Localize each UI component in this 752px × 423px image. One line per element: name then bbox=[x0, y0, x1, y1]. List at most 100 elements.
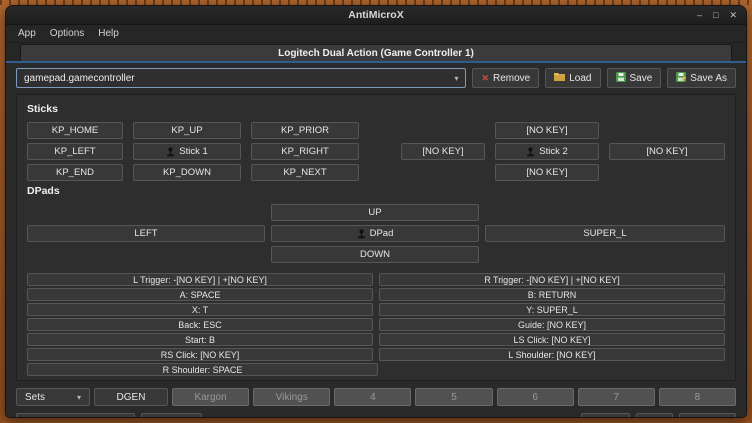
r-shoulder-button[interactable]: R Shoulder: SPACE bbox=[27, 363, 378, 376]
menu-help[interactable]: Help bbox=[91, 26, 126, 41]
sets-dropdown-button[interactable]: Sets ▾ bbox=[16, 388, 90, 406]
reset-label: Reset bbox=[701, 417, 727, 419]
quick-set-label: Quick Set bbox=[150, 417, 193, 419]
window-controls: – □ ✕ bbox=[697, 6, 737, 24]
stick1-center-button[interactable]: Stick 1 bbox=[133, 143, 241, 160]
stick2-up-button[interactable]: [NO KEY] bbox=[495, 122, 599, 139]
desktop-background: AntiMicroX – □ ✕ App Options Help Logite… bbox=[0, 0, 752, 423]
remove-icon: ✕ bbox=[481, 73, 489, 84]
a-button[interactable]: A: SPACE bbox=[27, 288, 373, 301]
load-label: Load bbox=[569, 73, 591, 84]
controller-tabbar: Logitech Dual Action (Game Controller 1) bbox=[6, 43, 746, 63]
stick1-up-right-button[interactable]: KP_PRIOR bbox=[251, 122, 359, 139]
button-row: A: SPACE B: RETURN bbox=[27, 288, 725, 301]
set-tab-6[interactable]: 6 bbox=[497, 388, 574, 406]
stick1-left-button[interactable]: KP_LEFT bbox=[27, 143, 123, 160]
sets-label: Sets bbox=[25, 392, 45, 403]
remove-label: Remove bbox=[493, 73, 530, 84]
guide-button[interactable]: Guide: [NO KEY] bbox=[379, 318, 725, 331]
reset-icon: ↻ bbox=[688, 417, 697, 419]
stick1-up-button[interactable]: KP_UP bbox=[133, 122, 241, 139]
save-button[interactable]: Save bbox=[607, 68, 662, 88]
dpads-section-title: DPads bbox=[27, 185, 725, 197]
r-trigger-button[interactable]: R Trigger: -[NO KEY] | +[NO KEY] bbox=[379, 273, 725, 286]
start-button[interactable]: Start: B bbox=[27, 333, 373, 346]
maximize-icon[interactable]: □ bbox=[713, 11, 718, 20]
dpad-left-button[interactable]: LEFT bbox=[27, 225, 265, 242]
window-title: AntiMicroX bbox=[348, 9, 403, 21]
stick2-right-button[interactable]: [NO KEY] bbox=[609, 143, 725, 160]
profile-combobox-value: gamepad.gamecontroller bbox=[24, 73, 135, 84]
names-button[interactable]: Names bbox=[581, 413, 631, 418]
set-tab-8[interactable]: 8 bbox=[659, 388, 736, 406]
stick1-down-left-button[interactable]: KP_END bbox=[27, 164, 123, 181]
x-button[interactable]: X: T bbox=[27, 303, 373, 316]
profile-combobox[interactable]: gamepad.gamecontroller ▾ bbox=[16, 68, 466, 88]
stick1-up-left-button[interactable]: KP_HOME bbox=[27, 122, 123, 139]
dpad-center-button[interactable]: DPad bbox=[271, 225, 479, 242]
dpad-label: DPad bbox=[370, 228, 394, 239]
quick-set-button[interactable]: Quick Set bbox=[141, 413, 202, 418]
button-row: X: T Y: SUPER_L bbox=[27, 303, 725, 316]
stick1-grid: KP_HOME KP_UP KP_PRIOR KP_LEFT Stick 1 K… bbox=[27, 122, 359, 181]
close-icon[interactable]: ✕ bbox=[729, 11, 737, 20]
empty-cell bbox=[384, 363, 725, 376]
stick2-left-button[interactable]: [NO KEY] bbox=[401, 143, 485, 160]
set-tab-7[interactable]: 7 bbox=[578, 388, 655, 406]
stick2-center-button[interactable]: Stick 2 bbox=[495, 143, 599, 160]
stick2-down-button[interactable]: [NO KEY] bbox=[495, 164, 599, 181]
sticks-section-title: Sticks bbox=[27, 103, 725, 115]
button-row: RS Click: [NO KEY] L Shoulder: [NO KEY] bbox=[27, 348, 725, 361]
save-disk-icon bbox=[616, 72, 626, 85]
antimicrox-window: AntiMicroX – □ ✕ App Options Help Logite… bbox=[5, 5, 747, 418]
menu-options[interactable]: Options bbox=[43, 26, 91, 41]
stick1-down-button[interactable]: KP_DOWN bbox=[133, 164, 241, 181]
reset-button[interactable]: ↻ Reset bbox=[679, 413, 736, 418]
set-tab-3[interactable]: Vikings bbox=[253, 388, 330, 406]
load-button[interactable]: Load bbox=[545, 68, 600, 88]
joystick-icon bbox=[526, 147, 535, 157]
set-tab-5[interactable]: 5 bbox=[415, 388, 492, 406]
sets-bar: Sets ▾ DGEN Kargon Vikings 4 5 6 7 8 bbox=[16, 388, 736, 406]
pref-label: Pref bbox=[645, 417, 663, 419]
set-tab-4[interactable]: 4 bbox=[334, 388, 411, 406]
chevron-down-icon: ▾ bbox=[454, 74, 458, 83]
remove-button[interactable]: ✕ Remove bbox=[472, 68, 539, 88]
names-label: Names bbox=[590, 417, 622, 419]
set-tab-2[interactable]: Kargon bbox=[172, 388, 249, 406]
ls-click-button[interactable]: LS Click: [NO KEY] bbox=[379, 333, 725, 346]
stick1-down-right-button[interactable]: KP_NEXT bbox=[251, 164, 359, 181]
stick2-grid: [NO KEY] [NO KEY] Stick 2 [NO KEY] [NO K… bbox=[401, 122, 725, 181]
dpad-down-button[interactable]: DOWN bbox=[271, 246, 479, 263]
bottom-bar: Controller Mapping Quick Set Names Pref … bbox=[16, 412, 736, 418]
y-button[interactable]: Y: SUPER_L bbox=[379, 303, 725, 316]
joystick-icon bbox=[166, 147, 175, 157]
dpad-grid: UP LEFT DPad SUPER_L DOWN bbox=[27, 204, 725, 263]
l-shoulder-button[interactable]: L Shoulder: [NO KEY] bbox=[379, 348, 725, 361]
menu-app[interactable]: App bbox=[11, 26, 43, 41]
rs-click-button[interactable]: RS Click: [NO KEY] bbox=[27, 348, 373, 361]
save-label: Save bbox=[630, 73, 653, 84]
dpad-up-button[interactable]: UP bbox=[271, 204, 479, 221]
controller-pane: Sticks KP_HOME KP_UP KP_PRIOR KP_LEFT St… bbox=[16, 94, 736, 381]
button-assignment-rows: L Trigger: -[NO KEY] | +[NO KEY] R Trigg… bbox=[27, 273, 725, 376]
stick1-right-button[interactable]: KP_RIGHT bbox=[251, 143, 359, 160]
menubar: App Options Help bbox=[6, 25, 746, 43]
controller-mapping-button[interactable]: Controller Mapping bbox=[16, 413, 135, 418]
button-row: Start: B LS Click: [NO KEY] bbox=[27, 333, 725, 346]
tab-controller[interactable]: Logitech Dual Action (Game Controller 1) bbox=[20, 44, 732, 61]
stick2-label: Stick 2 bbox=[539, 146, 568, 157]
pref-button[interactable]: Pref bbox=[636, 413, 672, 418]
b-button[interactable]: B: RETURN bbox=[379, 288, 725, 301]
dpad-right-button[interactable]: SUPER_L bbox=[485, 225, 725, 242]
save-as-label: Save As bbox=[690, 73, 727, 84]
tab-content: gamepad.gamecontroller ▾ ✕ Remove Load S… bbox=[6, 63, 746, 418]
stick1-label: Stick 1 bbox=[179, 146, 208, 157]
joystick-icon bbox=[357, 229, 366, 239]
titlebar[interactable]: AntiMicroX – □ ✕ bbox=[6, 6, 746, 25]
save-as-button[interactable]: Save As bbox=[667, 68, 736, 88]
l-trigger-button[interactable]: L Trigger: -[NO KEY] | +[NO KEY] bbox=[27, 273, 373, 286]
set-tab-1[interactable]: DGEN bbox=[94, 388, 168, 406]
minimize-icon[interactable]: – bbox=[697, 11, 702, 20]
back-button[interactable]: Back: ESC bbox=[27, 318, 373, 331]
